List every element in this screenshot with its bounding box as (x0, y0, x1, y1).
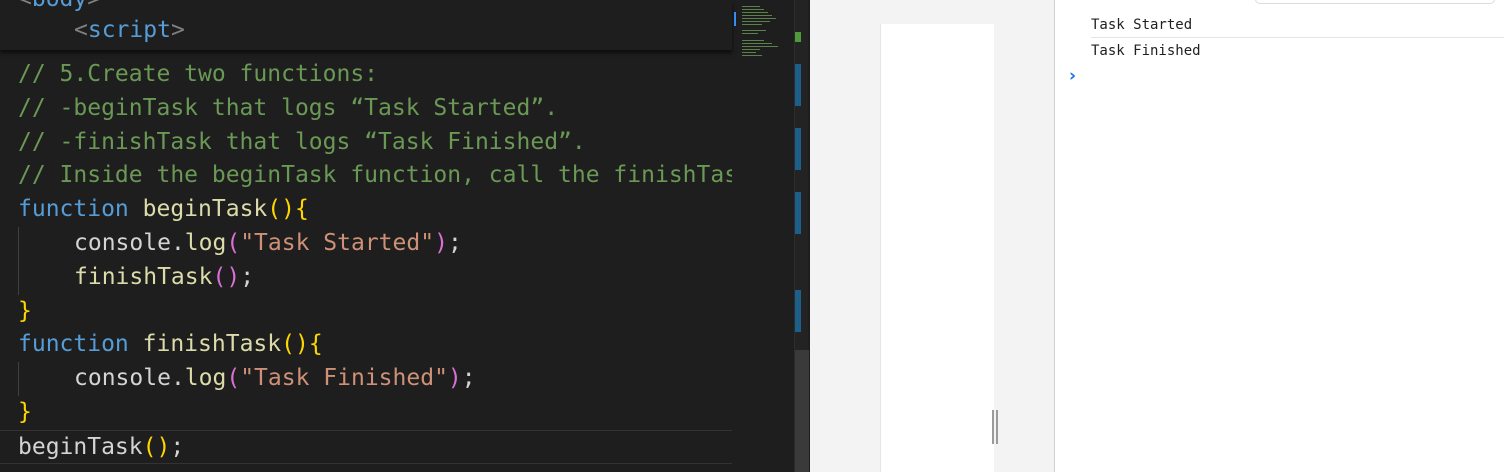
code-line[interactable]: } (0, 396, 732, 430)
scrollbar-change-marker (795, 32, 801, 42)
scrollbar-marker (795, 64, 801, 106)
sticky-line-body[interactable]: <body> (18, 0, 101, 12)
minimap-line (742, 24, 762, 25)
code-line[interactable]: finishTask(); (0, 260, 732, 295)
minimap-line (742, 12, 768, 13)
minimap-line (742, 49, 760, 50)
scrollbar-marker (795, 290, 801, 332)
code-line[interactable]: console.log("Task Started"); (0, 226, 732, 261)
minimap-line (742, 55, 762, 56)
code-line[interactable]: function finishTask(){ (0, 328, 732, 362)
page-content-area[interactable] (880, 24, 994, 472)
minimap-line (742, 40, 764, 41)
browser-viewport[interactable] (810, 0, 1054, 472)
filter-input[interactable] (1255, 0, 1495, 4)
code-lines[interactable]: // 5.Create two functions: // -beginTask… (0, 58, 752, 464)
code-line[interactable]: // 5.Create two functions: (0, 58, 732, 92)
devtools-console[interactable]: Task Started Task Finished › (1054, 0, 1504, 472)
vertical-scrollbar[interactable] (794, 0, 809, 472)
code-line[interactable]: // -finishTask that logs “Task Finished”… (0, 126, 732, 160)
code-line[interactable]: function beginTask(){ (0, 193, 732, 227)
code-line[interactable]: // -beginTask that logs “Task Started”. (0, 92, 732, 126)
console-message: Task Finished (1091, 43, 1201, 59)
scrollbar-marker (795, 128, 801, 170)
code-line[interactable]: // Inside the beginTask function, call t… (0, 159, 752, 193)
minimap-line (742, 46, 778, 47)
resize-handle-icon[interactable] (990, 410, 1000, 444)
code-line[interactable]: console.log("Task Finished"); (0, 362, 732, 396)
indent-guide (18, 260, 19, 295)
minimap[interactable] (732, 0, 794, 472)
minimap-line (742, 30, 766, 31)
scrollbar-thumb[interactable] (795, 350, 809, 472)
minimap-line (742, 18, 776, 19)
minimap-line (742, 52, 756, 53)
sticky-line-script[interactable]: <script> (74, 17, 185, 43)
minimap-line (742, 43, 772, 44)
scrollbar-marker (795, 192, 801, 234)
code-editor[interactable]: <body> <script> // 5.Create two function… (0, 0, 810, 472)
indent-guide (18, 362, 19, 396)
code-line-current[interactable]: beginTask(); (0, 429, 732, 464)
indent-guide (18, 226, 19, 261)
minimap-line (742, 21, 770, 22)
minimap-line (742, 9, 764, 10)
console-toolbar (1055, 0, 1504, 4)
minimap-line (742, 6, 760, 7)
chevron-right-icon[interactable]: › (1069, 66, 1076, 86)
minimap-cursor (734, 12, 736, 26)
minimap-line (742, 15, 772, 16)
console-message: Task Started (1091, 12, 1504, 38)
minimap-line (742, 33, 758, 34)
sticky-scroll-header[interactable]: <body> <script> (0, 0, 732, 50)
code-line[interactable]: } (0, 295, 732, 329)
